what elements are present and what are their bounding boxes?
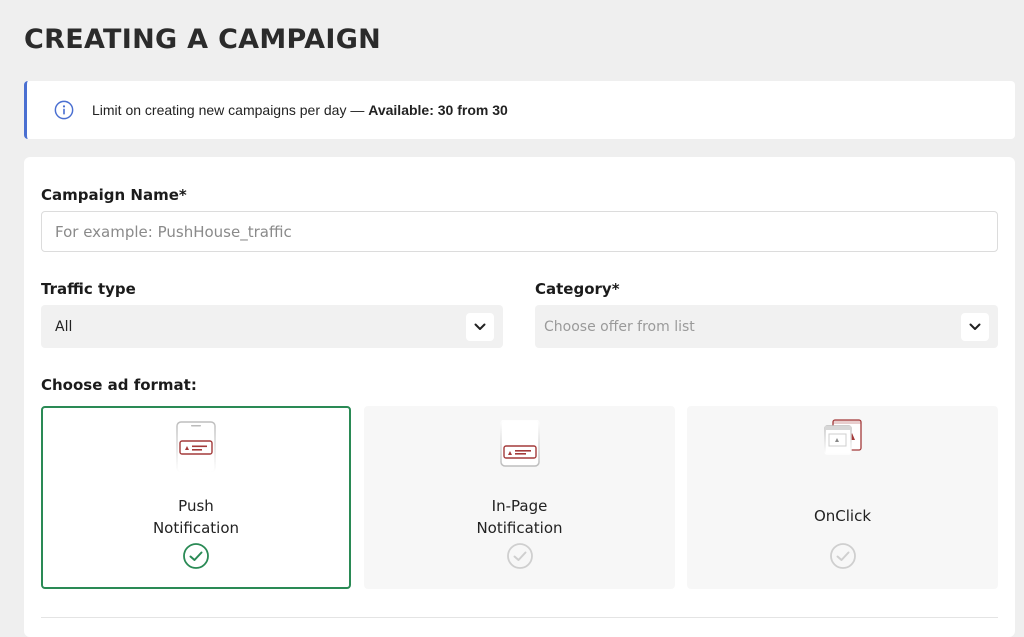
chevron-down-icon[interactable]	[466, 312, 494, 341]
category-label: Category*	[535, 280, 620, 298]
ad-format-onclick[interactable]: OnClick	[687, 406, 998, 589]
campaign-form-card: Campaign Name* Traffic type All Category…	[24, 157, 1015, 637]
traffic-type-select[interactable]: All	[41, 305, 503, 348]
chevron-down-icon[interactable]	[961, 312, 989, 341]
limit-description: Limit on creating new campaigns per day …	[92, 102, 369, 118]
ad-format-name: OnClick	[813, 507, 872, 525]
category-select[interactable]: Choose offer from list	[535, 305, 998, 348]
info-icon	[54, 100, 74, 120]
check-circle-icon	[829, 542, 857, 575]
campaign-name-label: Campaign Name*	[41, 186, 187, 204]
ad-format-push-notification[interactable]: Push Notification	[41, 406, 351, 589]
in-page-notification-icon	[499, 420, 541, 472]
limit-text: Limit on creating new campaigns per day …	[92, 102, 508, 118]
category-placeholder: Choose offer from list	[544, 318, 695, 335]
traffic-type-value: All	[55, 318, 73, 335]
ad-format-in-page-notification[interactable]: In-Page Notification	[364, 406, 675, 589]
divider	[41, 617, 998, 618]
ad-format-name: In-Page Notification	[476, 497, 563, 537]
campaign-name-input[interactable]	[41, 211, 998, 252]
traffic-type-label: Traffic type	[41, 280, 136, 298]
check-circle-icon	[506, 542, 534, 575]
info-banner: Limit on creating new campaigns per day …	[24, 81, 1015, 139]
check-circle-icon	[182, 542, 210, 575]
ad-format-label: Choose ad format:	[41, 376, 197, 394]
page-title: CREATING A CAMPAIGN	[24, 24, 382, 55]
push-notification-icon	[175, 420, 217, 472]
onclick-icon	[821, 418, 865, 470]
ad-format-name: Push Notification	[152, 497, 240, 537]
limit-available: Available: 30 from 30	[368, 102, 508, 118]
